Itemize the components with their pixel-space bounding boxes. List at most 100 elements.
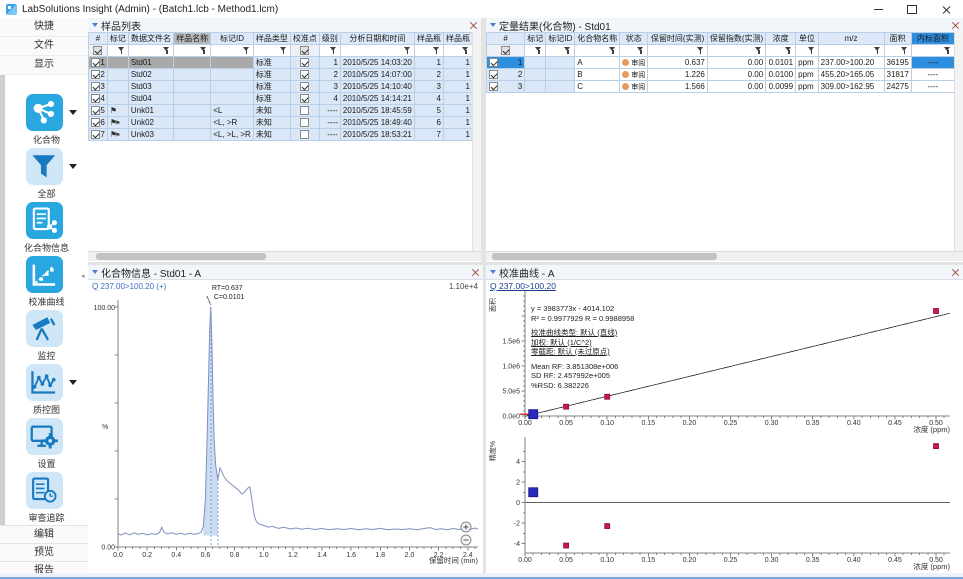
cell-cal[interactable] — [290, 57, 319, 69]
column-header-flag[interactable]: 标记 — [107, 33, 128, 45]
dropdown-arrow-icon[interactable] — [69, 380, 77, 385]
cell-file[interactable]: Unk01 — [128, 105, 173, 117]
filter-cell-flag[interactable] — [107, 45, 128, 57]
cell-type[interactable]: 标准 — [253, 93, 290, 105]
quant-vscrollbar[interactable] — [954, 32, 963, 252]
cell-num[interactable]: 1 — [487, 57, 525, 69]
cell-num[interactable]: 1 — [89, 57, 108, 69]
cell-num[interactable]: 4 — [89, 93, 108, 105]
residual-point[interactable] — [529, 488, 538, 497]
sidebar-bottom-tab-1[interactable]: 预览 — [0, 543, 88, 561]
cell-id[interactable] — [211, 93, 254, 105]
cell-name[interactable] — [174, 69, 211, 81]
cell-ri[interactable]: 0.00 — [707, 57, 765, 69]
column-header-is_area[interactable]: 内标面积 — [911, 33, 954, 45]
filter-checkbox-cell[interactable] — [290, 45, 319, 57]
sidebar-tab-0[interactable]: 快捷 — [0, 18, 88, 37]
zoom-in-button[interactable] — [461, 522, 471, 532]
cell-flag[interactable] — [107, 69, 128, 81]
cell-id[interactable] — [211, 69, 254, 81]
maximize-button[interactable] — [895, 0, 929, 18]
cell-tray[interactable]: 1 — [443, 105, 472, 117]
filter-checkbox-cell[interactable] — [89, 45, 108, 57]
row-checkbox[interactable] — [91, 82, 100, 91]
cell-cal[interactable] — [290, 81, 319, 93]
cell-file[interactable]: Unk02 — [128, 117, 173, 129]
column-header-tray[interactable]: 样品瓶 — [443, 33, 472, 45]
cell-status[interactable]: 审阅 — [620, 69, 648, 81]
cell-unit[interactable]: ppm — [796, 69, 819, 81]
cell-conc[interactable]: 0.0101 — [766, 57, 796, 69]
cell-num[interactable]: 5 — [89, 105, 108, 117]
cell-ri[interactable]: 0.00 — [707, 81, 765, 93]
filter-funnel-icon[interactable] — [900, 46, 909, 54]
filter-cell-status[interactable] — [620, 45, 648, 57]
sidebar-tool-audit-trail[interactable]: 审查追踪 — [5, 472, 88, 526]
cell-datetime[interactable]: 2010/5/25 18:53:21 — [340, 129, 414, 141]
scrollbar-thumb[interactable] — [96, 253, 266, 260]
cell-vial[interactable]: 6 — [414, 117, 443, 129]
residual-point[interactable] — [934, 444, 939, 449]
quant-hscrollbar[interactable] — [486, 251, 963, 261]
filter-funnel-icon[interactable] — [242, 46, 251, 54]
cell-type[interactable]: 标准 — [253, 81, 290, 93]
filter-funnel-icon[interactable] — [943, 46, 952, 54]
cell-mz[interactable]: 237.00>100.20 — [818, 57, 884, 69]
sidebar-tool-compound[interactable]: 化合物 — [5, 94, 88, 148]
calibration-point[interactable] — [529, 410, 538, 419]
filter-cell-tray[interactable] — [443, 45, 472, 57]
column-header-mz[interactable]: m/z — [818, 33, 884, 45]
cell-flag[interactable] — [107, 57, 128, 69]
cell-conc[interactable]: 0.0100 — [766, 69, 796, 81]
row-checkbox[interactable] — [91, 130, 100, 139]
calibration-point[interactable] — [564, 404, 569, 409]
filter-funnel-icon[interactable] — [696, 46, 705, 54]
close-button[interactable] — [929, 0, 963, 18]
column-header-flag[interactable]: 标记 — [525, 33, 546, 45]
filter-funnel-icon[interactable] — [279, 46, 288, 54]
cell-id[interactable] — [546, 81, 575, 93]
sidebar-tool-qc-chart[interactable]: 质控图 — [5, 364, 88, 418]
cell-is_area[interactable]: ---- — [911, 57, 954, 69]
cell-area[interactable]: 36195 — [884, 57, 911, 69]
cell-id[interactable] — [211, 57, 254, 69]
sidebar-tab-2[interactable]: 显示 — [0, 56, 88, 75]
filter-cell-file[interactable] — [128, 45, 173, 57]
cell-flag[interactable]: ⚑⚑ — [107, 117, 128, 129]
residual-point[interactable] — [605, 524, 610, 529]
cell-rt[interactable]: 1.566 — [648, 81, 708, 93]
cell-num[interactable]: 7 — [89, 129, 108, 141]
curve-type-link[interactable]: 校准曲线类型: 默认 (直线) — [531, 328, 634, 338]
cell-file[interactable]: Std01 — [128, 57, 173, 69]
cell-file[interactable]: Std03 — [128, 81, 173, 93]
cell-conc[interactable]: 0.0099 — [766, 81, 796, 93]
sidebar-tool-all[interactable]: 全部 — [5, 148, 88, 202]
cell-tray[interactable]: 1 — [443, 57, 472, 69]
cell-id[interactable] — [546, 57, 575, 69]
calibration-point-checkbox[interactable] — [300, 82, 309, 91]
sample-vscrollbar[interactable] — [472, 32, 481, 252]
filter-cell-level[interactable] — [319, 45, 340, 57]
filter-funnel-icon[interactable] — [199, 46, 208, 54]
cell-flag[interactable] — [525, 69, 546, 81]
column-header-vial[interactable]: 样品瓶 — [414, 33, 443, 45]
row-checkbox[interactable] — [91, 118, 100, 127]
filter-cell-compound[interactable] — [575, 45, 620, 57]
cell-tray[interactable]: 1 — [443, 81, 472, 93]
cell-cal[interactable] — [290, 93, 319, 105]
cell-datetime[interactable]: 2010/5/25 14:03:20 — [340, 57, 414, 69]
cell-id[interactable]: <L, >L, >R — [211, 129, 254, 141]
cell-file[interactable]: Std04 — [128, 93, 173, 105]
filter-funnel-icon[interactable] — [873, 46, 882, 54]
column-header-rt[interactable]: 保留时间(实测) — [648, 33, 708, 45]
scrollbar-thumb[interactable] — [492, 253, 717, 260]
filter-funnel-icon[interactable] — [432, 46, 441, 54]
column-header-cal[interactable]: 校准点 — [290, 33, 319, 45]
cell-area[interactable]: 31817 — [884, 69, 911, 81]
cell-compound[interactable]: C — [575, 81, 620, 93]
cell-datetime[interactable]: 2010/5/25 14:07:00 — [340, 69, 414, 81]
residual-point[interactable] — [564, 543, 569, 548]
cell-flag[interactable] — [107, 81, 128, 93]
filter-funnel-icon[interactable] — [784, 46, 793, 54]
cell-name[interactable] — [174, 129, 211, 141]
